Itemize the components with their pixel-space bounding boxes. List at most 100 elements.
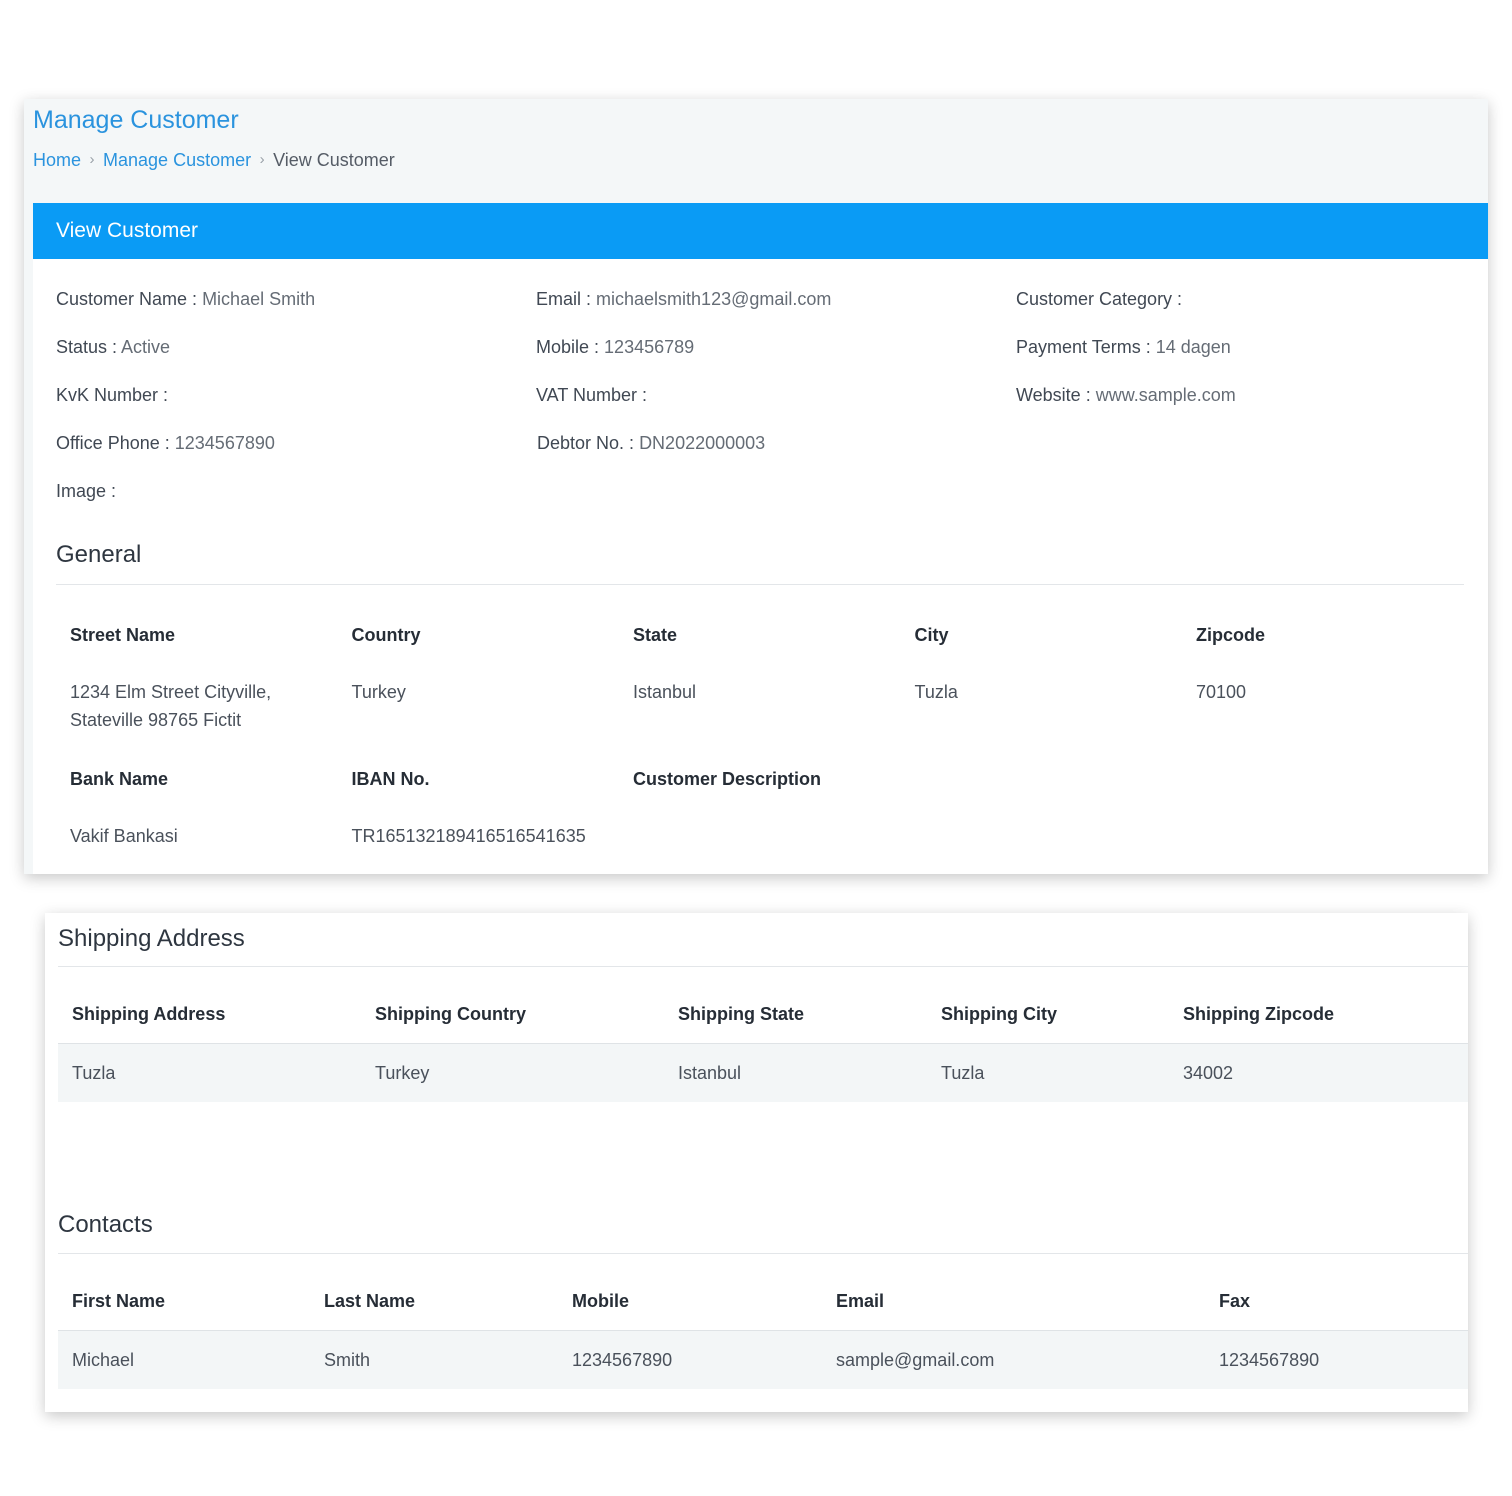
view-customer-card: View Customer Customer Name : Michael Sm…: [33, 203, 1488, 874]
column-header: Shipping Address: [72, 1004, 226, 1024]
field-value: 14 dagen: [1155, 337, 1231, 357]
office-phone-field: Office Phone : 1234567890: [56, 419, 537, 467]
table-cell: 1234567890: [1219, 1349, 1320, 1370]
general-table: Street Name Country State City Zipcode 1…: [56, 605, 1464, 874]
field-label: Mobile :: [536, 337, 600, 357]
table-header-row: First Name Last Name Mobile Email Fax: [58, 1273, 1468, 1331]
field-value: michaelsmith123@gmail.com: [596, 289, 832, 309]
customer-name-field: Customer Name : Michael Smith: [56, 275, 536, 323]
customer-info-grid: Customer Name : Michael Smith Email : mi…: [56, 275, 1488, 515]
image-field: Image :: [56, 467, 537, 515]
column-header: Shipping City: [941, 1004, 1057, 1024]
field-label: Office Phone :: [56, 433, 170, 453]
section-divider: [58, 966, 1468, 967]
table-cell: 34002: [1183, 1062, 1234, 1083]
table-cell: Smith: [324, 1349, 371, 1370]
debtor-no-field: Debtor No. : DN2022000003: [537, 419, 1018, 467]
field-value: 123456789: [604, 337, 695, 357]
section-divider: [56, 584, 1464, 585]
field-label: Customer Name :: [56, 289, 198, 309]
general-value-row: 1234 Elm Street Cityville, Stateville 98…: [56, 663, 1464, 749]
breadcrumb-home-link[interactable]: Home: [33, 148, 81, 172]
table-row: Michael Smith 1234567890 sample@gmail.co…: [58, 1331, 1468, 1389]
kvk-number-field: KvK Number :: [56, 371, 536, 419]
field-label: Website :: [1016, 385, 1091, 405]
vat-number-field: VAT Number :: [536, 371, 1016, 419]
email-field: Email : michaelsmith123@gmail.com: [536, 275, 1016, 323]
general-value-row: Vakif Bankasi TR165132189416516541635: [56, 807, 1464, 874]
chevron-right-icon: ›: [259, 151, 265, 168]
table-cell: 1234 Elm Street Cityville, Stateville 98…: [70, 682, 272, 730]
table-cell: Vakif Bankasi: [70, 826, 178, 846]
table-cell: Turkey: [375, 1062, 430, 1083]
column-header: Last Name: [324, 1291, 416, 1311]
field-label: VAT Number :: [536, 385, 648, 405]
field-label: Payment Terms :: [1016, 337, 1151, 357]
table-cell: Istanbul: [633, 682, 697, 702]
column-header: Zipcode: [1196, 625, 1266, 645]
field-label: Image :: [56, 481, 117, 501]
breadcrumb: Home › Manage Customer › View Customer: [33, 147, 395, 173]
column-header: Email: [836, 1291, 885, 1311]
field-value: DN2022000003: [639, 433, 766, 453]
field-label: Status :: [56, 337, 118, 357]
column-header: First Name: [72, 1291, 166, 1311]
info-row: Office Phone : 1234567890 Debtor No. : D…: [56, 419, 1488, 467]
info-row: Image :: [56, 467, 1488, 515]
general-header-row: Bank Name IBAN No. Customer Description: [56, 749, 1464, 807]
column-header: State: [633, 625, 678, 645]
column-header: Bank Name: [70, 769, 169, 789]
table-cell: Turkey: [351, 682, 406, 702]
customer-panel: Manage Customer Home › Manage Customer ›…: [24, 99, 1488, 874]
table-cell: TR165132189416516541635: [351, 826, 586, 846]
field-value: Michael Smith: [202, 289, 316, 309]
column-header: Street Name: [70, 625, 176, 645]
table-cell: 1234567890: [572, 1349, 673, 1370]
status-field: Status : Active: [56, 323, 536, 371]
payment-terms-field: Payment Terms : 14 dagen: [1016, 323, 1488, 371]
customer-category-field: Customer Category :: [1016, 275, 1488, 323]
field-value: www.sample.com: [1095, 385, 1236, 405]
field-label: Email :: [536, 289, 592, 309]
column-header: Mobile: [572, 1291, 629, 1311]
field-label: Customer Category :: [1016, 289, 1183, 309]
info-row: KvK Number : VAT Number : Website : www.…: [56, 371, 1488, 419]
table-cell: Tuzla: [941, 1062, 985, 1083]
general-header-row: Street Name Country State City Zipcode: [56, 605, 1464, 663]
table-row: Tuzla Turkey Istanbul Tuzla 34002: [58, 1044, 1468, 1102]
column-header: Shipping Country: [375, 1004, 526, 1024]
card-header: View Customer: [33, 203, 1488, 259]
chevron-right-icon: ›: [89, 151, 95, 168]
section-divider: [58, 1253, 1468, 1254]
field-label: KvK Number :: [56, 385, 169, 405]
table-cell: Tuzla: [914, 682, 958, 702]
column-header: Fax: [1219, 1291, 1251, 1311]
column-header: Country: [351, 625, 421, 645]
website-field: Website : www.sample.com: [1016, 371, 1488, 419]
info-row: Status : Active Mobile : 123456789 Payme…: [56, 323, 1488, 371]
info-row: Customer Name : Michael Smith Email : mi…: [56, 275, 1488, 323]
table-cell: Tuzla: [72, 1062, 116, 1083]
contacts-section-title: Contacts: [58, 1211, 153, 1238]
table-cell: [619, 807, 1182, 874]
mobile-field: Mobile : 123456789: [536, 323, 1016, 371]
address-contacts-panel: Shipping Address Shipping Address Shippi…: [45, 913, 1468, 1412]
shipping-table: Shipping Address Shipping Country Shippi…: [58, 986, 1468, 1102]
general-section-title: General: [56, 541, 142, 568]
breadcrumb-current: View Customer: [273, 150, 395, 170]
table-header-row: Shipping Address Shipping Country Shippi…: [58, 986, 1468, 1044]
page-title: Manage Customer: [33, 106, 239, 134]
field-value: Active: [121, 337, 171, 357]
table-cell: Istanbul: [678, 1062, 742, 1083]
field-value: 1234567890: [174, 433, 275, 453]
field-label: Debtor No. :: [537, 433, 635, 453]
column-header: Customer Description: [633, 769, 822, 789]
column-header: IBAN No.: [351, 769, 430, 789]
column-header: Shipping State: [678, 1004, 804, 1024]
shipping-section-title: Shipping Address: [58, 925, 245, 952]
breadcrumb-manage-customer-link[interactable]: Manage Customer: [103, 148, 251, 172]
column-header: Shipping Zipcode: [1183, 1004, 1334, 1024]
table-cell: Michael: [72, 1349, 135, 1370]
contacts-table: First Name Last Name Mobile Email Fax Mi…: [58, 1273, 1468, 1389]
column-header: City: [914, 625, 949, 645]
